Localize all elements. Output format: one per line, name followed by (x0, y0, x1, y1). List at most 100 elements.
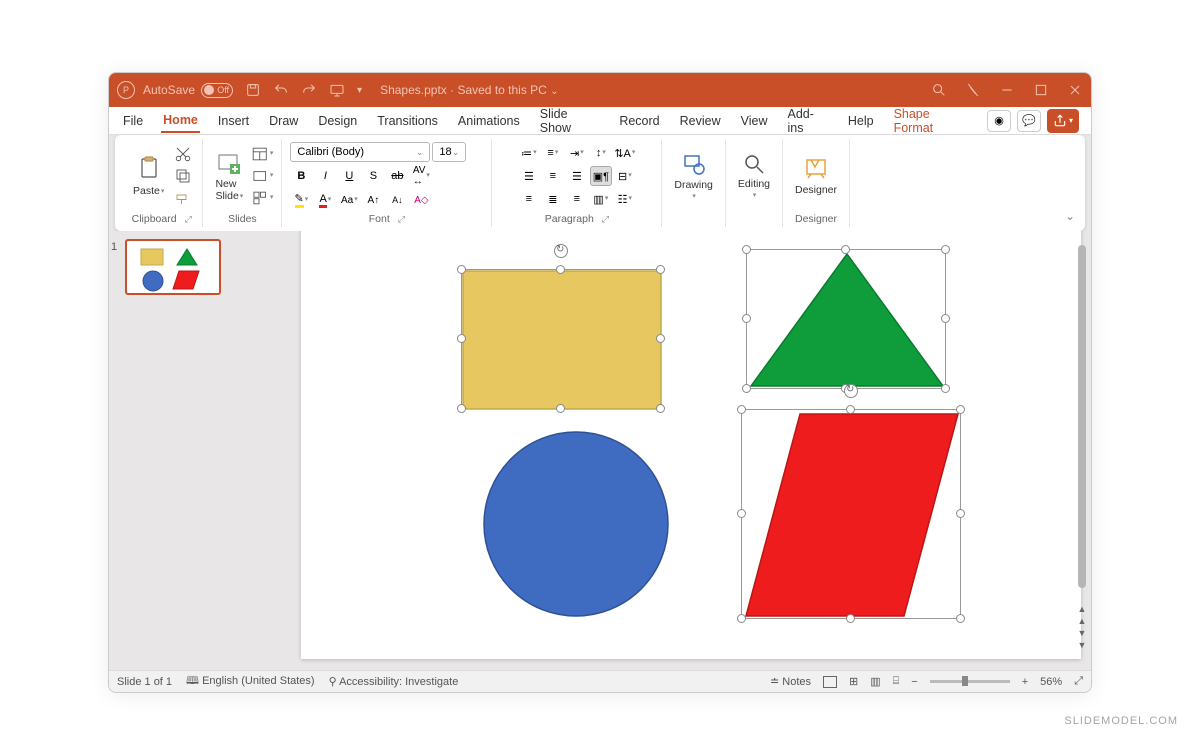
highlight-button[interactable]: ✎ (290, 190, 312, 210)
paragraph-launcher[interactable]: ⤢ (602, 214, 609, 225)
scroll-down2-icon[interactable]: ▼ (1078, 640, 1087, 650)
resize-handle[interactable] (956, 509, 965, 518)
align-left2-button[interactable]: ≡ (518, 189, 540, 209)
resize-handle[interactable] (841, 245, 850, 254)
resize-handle[interactable] (457, 265, 466, 274)
collapse-ribbon-button[interactable]: ⌄ (1065, 209, 1075, 223)
shape-triangle-selected[interactable] (746, 249, 946, 389)
resize-handle[interactable] (737, 509, 746, 518)
mic-icon[interactable] (965, 82, 981, 98)
scroll-up2-icon[interactable]: ▲ (1078, 616, 1087, 626)
line-spacing-button[interactable]: ↕ (590, 143, 612, 163)
menu-view[interactable]: View (739, 110, 770, 132)
bullets-button[interactable]: ≔ (518, 143, 540, 163)
new-slide-button[interactable]: New Slide (211, 148, 247, 204)
resize-handle[interactable] (656, 334, 665, 343)
sorter-view-icon[interactable]: ⊞ (849, 675, 858, 688)
fit-window-button[interactable]: ⤢ (1074, 675, 1083, 688)
search-icon[interactable] (931, 82, 947, 98)
scroll-down-icon[interactable]: ▼ (1078, 628, 1087, 638)
font-launcher[interactable]: ⤢ (398, 214, 405, 225)
save-icon[interactable] (245, 82, 261, 98)
align-center-button[interactable]: ≡ (542, 166, 564, 186)
resize-handle[interactable] (737, 614, 746, 623)
reset-button[interactable] (251, 166, 273, 186)
scroll-up-icon[interactable]: ▲ (1078, 604, 1087, 614)
align-right-button[interactable]: ☰ (566, 166, 588, 186)
thumbnail-panel[interactable]: 1 (109, 231, 241, 670)
resize-handle[interactable] (941, 245, 950, 254)
change-case-button[interactable]: Aa (338, 190, 360, 210)
char-spacing-button[interactable]: AV↔ (410, 166, 432, 186)
resize-handle[interactable] (956, 614, 965, 623)
undo-icon[interactable] (273, 82, 289, 98)
resize-handle[interactable] (742, 384, 751, 393)
paste-button[interactable]: Paste (129, 153, 168, 199)
reading-view-icon[interactable]: ▥ (870, 675, 880, 688)
rotate-handle[interactable] (554, 244, 568, 258)
decrease-font-button[interactable]: A↓ (386, 190, 408, 210)
resize-handle[interactable] (656, 265, 665, 274)
font-size-input[interactable]: 18⌄ (432, 142, 466, 162)
rotate-handle[interactable] (844, 384, 858, 398)
resize-handle[interactable] (742, 314, 751, 323)
status-accessibility[interactable]: ⚲ Accessibility: Investigate (329, 675, 459, 688)
resize-handle[interactable] (556, 265, 565, 274)
smartart-button[interactable]: ☷ (614, 189, 636, 209)
slide-canvas-area[interactable] (241, 231, 1091, 670)
drawing-button[interactable]: Drawing (670, 149, 717, 203)
strikethrough-button[interactable]: ab (386, 166, 408, 186)
overflow-icon[interactable]: ▾ (357, 85, 362, 96)
vertical-scrollbar[interactable]: ▲ ▲ ▼ ▼ (1075, 231, 1089, 650)
menu-addins[interactable]: Add-ins (785, 103, 829, 139)
text-direction-button[interactable]: ⇅A (614, 143, 636, 163)
menu-record[interactable]: Record (617, 110, 661, 132)
resize-handle[interactable] (556, 404, 565, 413)
justify-button[interactable]: ▣¶ (590, 166, 612, 186)
align-left-button[interactable]: ☰ (518, 166, 540, 186)
slide-thumbnail-1[interactable]: 1 (119, 239, 231, 295)
shape-circle[interactable] (481, 429, 671, 619)
camera-button[interactable]: ◉ (987, 110, 1011, 132)
menu-file[interactable]: File (121, 110, 145, 132)
designer-button[interactable]: Designer (791, 154, 841, 198)
copy-button[interactable] (172, 166, 194, 186)
zoom-in-button[interactable]: + (1022, 676, 1028, 688)
minimize-icon[interactable] (999, 82, 1015, 98)
menu-draw[interactable]: Draw (267, 110, 300, 132)
redo-icon[interactable] (301, 82, 317, 98)
resize-handle[interactable] (846, 405, 855, 414)
resize-handle[interactable] (941, 314, 950, 323)
numbering-button[interactable]: ≡ (542, 143, 564, 163)
layout-button[interactable] (251, 144, 273, 164)
menu-shapeformat[interactable]: Shape Format (892, 103, 971, 139)
shape-rectangle-selected[interactable] (461, 269, 661, 409)
format-painter-button[interactable] (172, 188, 194, 208)
menu-help[interactable]: Help (846, 110, 876, 132)
clipboard-launcher[interactable]: ⤢ (185, 214, 192, 225)
resize-handle[interactable] (956, 405, 965, 414)
slideshow-icon[interactable] (329, 82, 345, 98)
slideshow-view-icon[interactable]: ⌸ (893, 675, 900, 688)
autosave-toggle[interactable]: AutoSave Off (143, 83, 233, 98)
close-icon[interactable] (1067, 82, 1083, 98)
zoom-slider[interactable] (930, 680, 1010, 683)
menu-review[interactable]: Review (678, 110, 723, 132)
underline-button[interactable]: U (338, 166, 360, 186)
shadow-button[interactable]: S (362, 166, 384, 186)
resize-handle[interactable] (846, 614, 855, 623)
italic-button[interactable]: I (314, 166, 336, 186)
notes-button[interactable]: ≐ Notes (770, 675, 811, 688)
editing-button[interactable]: Editing (734, 150, 774, 202)
indent-button[interactable]: ⇥ (566, 143, 588, 163)
section-button[interactable] (251, 188, 273, 208)
menu-home[interactable]: Home (161, 109, 200, 133)
resize-handle[interactable] (742, 245, 751, 254)
shape-parallelogram-selected[interactable] (741, 409, 961, 619)
slide-canvas[interactable] (301, 231, 1081, 659)
bold-button[interactable]: B (290, 166, 312, 186)
resize-handle[interactable] (457, 404, 466, 413)
font-color-button[interactable]: A (314, 190, 336, 210)
comments-button[interactable]: 💬 (1017, 110, 1041, 132)
resize-handle[interactable] (941, 384, 950, 393)
